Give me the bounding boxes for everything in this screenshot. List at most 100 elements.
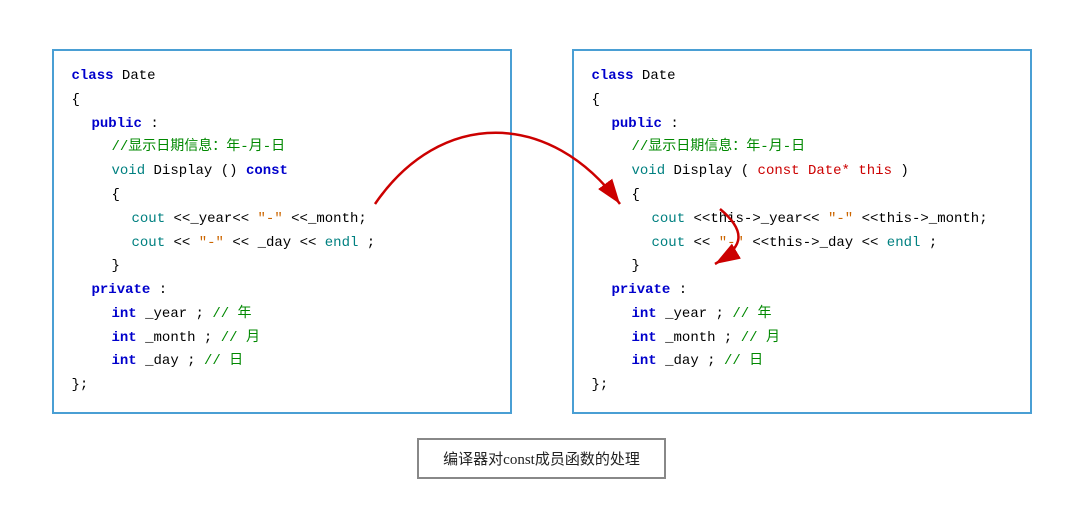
keyword: endl xyxy=(325,235,359,251)
keyword: cout xyxy=(652,235,686,251)
keyword: cout xyxy=(132,235,166,251)
code-text: : xyxy=(159,282,167,298)
code-text: _year ; xyxy=(665,306,732,322)
main-container: class Date { public : //显示日期信息：年-月-日 voi… xyxy=(20,49,1063,479)
string-literal: "-" xyxy=(199,235,224,251)
code-line: int _month ; // 月 xyxy=(632,327,1012,351)
code-text: } xyxy=(632,258,640,274)
code-line: cout << "-" << _day << endl ; xyxy=(132,232,492,256)
code-text: Date xyxy=(122,68,156,84)
keyword: class xyxy=(592,68,634,84)
keyword: int xyxy=(632,353,657,369)
code-line: cout << "-" <<this->_day << endl ; xyxy=(652,232,1012,256)
caption-text: 编译器对const成员函数的处理 xyxy=(443,452,640,468)
panels-wrapper: class Date { public : //显示日期信息：年-月-日 voi… xyxy=(20,49,1063,414)
string-literal: "-" xyxy=(719,235,744,251)
code-text: << xyxy=(694,235,711,251)
code-line: { xyxy=(632,184,1012,208)
code-text: _month ; xyxy=(145,330,221,346)
keyword: public xyxy=(92,116,142,132)
comment: //显示日期信息：年-月-日 xyxy=(632,139,806,155)
code-text: Display ( xyxy=(674,163,750,179)
code-line: class Date xyxy=(592,65,1012,89)
keyword: cout xyxy=(652,211,686,227)
keyword-red: const Date* this xyxy=(758,163,892,179)
code-line: int _year ; // 年 xyxy=(112,303,492,327)
comment: //显示日期信息：年-月-日 xyxy=(112,139,286,155)
keyword: int xyxy=(112,306,137,322)
code-text: <<this->_year<< xyxy=(694,211,820,227)
code-line: public : xyxy=(92,113,492,137)
code-text: ) xyxy=(900,163,908,179)
code-line: { xyxy=(592,89,1012,113)
code-text: _day ; xyxy=(145,353,204,369)
code-text: }; xyxy=(72,377,89,393)
code-text: << _day << xyxy=(232,235,316,251)
code-text: <<_year<< xyxy=(174,211,258,227)
code-text: <<_month; xyxy=(291,211,367,227)
code-line: cout <<this->_year<< "-" <<this->_month; xyxy=(652,208,1012,232)
code-line: private : xyxy=(92,279,492,303)
keyword: private xyxy=(92,282,151,298)
code-text: Date xyxy=(642,68,676,84)
code-text: { xyxy=(632,187,640,203)
code-line: { xyxy=(112,184,492,208)
code-line: }; xyxy=(592,374,1012,398)
code-line: { xyxy=(72,89,492,113)
code-line: private : xyxy=(612,279,1012,303)
code-line: class Date xyxy=(72,65,492,89)
code-text: <<this->_month; xyxy=(862,211,988,227)
code-text: }; xyxy=(592,377,609,393)
keyword: void xyxy=(632,163,666,179)
caption-box: 编译器对const成员函数的处理 xyxy=(417,438,666,479)
keyword: int xyxy=(632,306,657,322)
code-text: << xyxy=(174,235,199,251)
code-line: int _year ; // 年 xyxy=(632,303,1012,327)
code-text: ; xyxy=(367,235,375,251)
comment: // 日 xyxy=(204,353,243,369)
code-line: int _day ; // 日 xyxy=(112,350,492,374)
code-text: : xyxy=(670,116,678,132)
string-literal: "-" xyxy=(828,211,853,227)
code-line: void Display () const xyxy=(112,160,492,184)
code-text: <<this->_day << xyxy=(752,235,878,251)
comment: // 月 xyxy=(221,330,260,346)
keyword: int xyxy=(632,330,657,346)
keyword: class xyxy=(72,68,114,84)
keyword: endl xyxy=(887,235,921,251)
code-line: } xyxy=(112,255,492,279)
comment: // 年 xyxy=(732,306,771,322)
code-text: Display () xyxy=(154,163,246,179)
code-line: void Display ( const Date* this ) xyxy=(632,160,1012,184)
code-line: }; xyxy=(72,374,492,398)
string-literal: "-" xyxy=(258,211,283,227)
code-line: } xyxy=(632,255,1012,279)
code-text: : xyxy=(679,282,687,298)
code-text: { xyxy=(72,92,80,108)
code-line: cout <<_year<< "-" <<_month; xyxy=(132,208,492,232)
keyword: cout xyxy=(132,211,166,227)
comment: // 年 xyxy=(212,306,251,322)
left-code-box: class Date { public : //显示日期信息：年-月-日 voi… xyxy=(52,49,512,414)
keyword: int xyxy=(112,353,137,369)
keyword: void xyxy=(112,163,146,179)
comment: // 月 xyxy=(741,330,780,346)
code-line: public : xyxy=(612,113,1012,137)
code-text: _month ; xyxy=(665,330,741,346)
code-text: { xyxy=(112,187,120,203)
code-text: } xyxy=(112,258,120,274)
code-text: _day ; xyxy=(665,353,724,369)
code-line: int _day ; // 日 xyxy=(632,350,1012,374)
keyword: public xyxy=(612,116,662,132)
code-line: //显示日期信息：年-月-日 xyxy=(112,136,492,160)
keyword: private xyxy=(612,282,671,298)
keyword: int xyxy=(112,330,137,346)
code-line: //显示日期信息：年-月-日 xyxy=(632,136,1012,160)
code-text: { xyxy=(592,92,600,108)
code-text: _year ; xyxy=(145,306,212,322)
right-code-box: class Date { public : //显示日期信息：年-月-日 voi… xyxy=(572,49,1032,414)
code-text: : xyxy=(150,116,158,132)
code-text: ; xyxy=(929,235,937,251)
code-line: int _month ; // 月 xyxy=(112,327,492,351)
keyword: const xyxy=(246,163,288,179)
